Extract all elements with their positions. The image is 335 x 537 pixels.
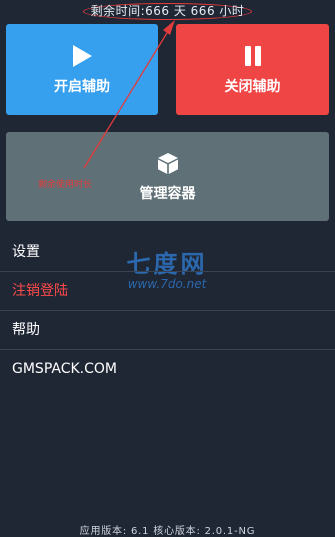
manage-container-label: 管理容器 <box>139 185 196 202</box>
close-assist-label: 关闭辅助 <box>224 78 281 95</box>
menu-item-settings[interactable]: 设置 <box>0 233 335 272</box>
menu-item-website[interactable]: GMSPACK.COM <box>0 350 335 388</box>
cube-icon <box>157 152 178 174</box>
open-assist-button[interactable]: 开启辅助 <box>6 24 158 115</box>
play-icon <box>73 44 92 67</box>
menu-list: 设置 注销登陆 帮助 GMSPACK.COM <box>0 233 335 388</box>
menu-item-help[interactable]: 帮助 <box>0 311 335 350</box>
pause-icon <box>244 45 261 66</box>
remaining-time: 剩余时间:666 天 666 小时 <box>82 3 253 20</box>
annotation-note: 剩余使用时长 <box>38 180 93 190</box>
menu-item-logout[interactable]: 注销登陆 <box>0 272 335 311</box>
version-info: 应用版本: 6.1 核心版本: 2.0.1-NG <box>79 526 256 537</box>
close-assist-button[interactable]: 关闭辅助 <box>176 24 329 115</box>
open-assist-label: 开启辅助 <box>54 78 110 95</box>
status-bar: 剩余时间:666 天 666 小时 <box>0 0 335 20</box>
